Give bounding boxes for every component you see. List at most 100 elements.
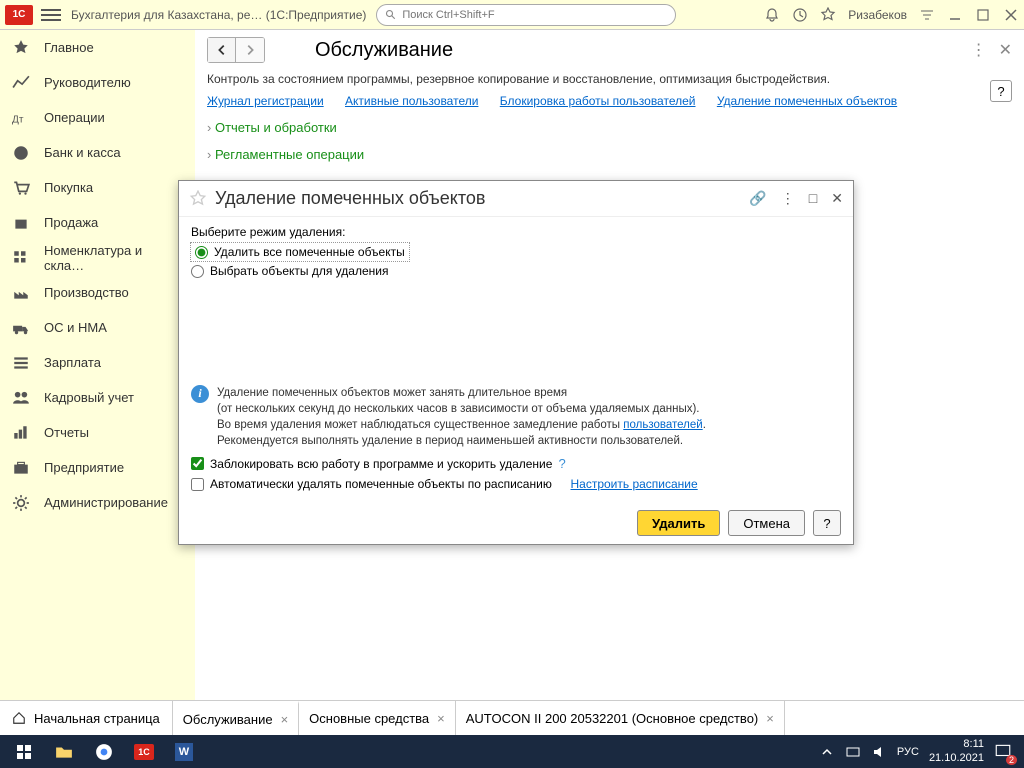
sidebar-item-hr[interactable]: Кадровый учет	[0, 380, 195, 415]
sidebar-item-main[interactable]: Главное	[0, 30, 195, 65]
tab-label: AUTOCON II 200 20532201 (Основное средст…	[466, 711, 759, 726]
1c-taskbar-button[interactable]: 1C	[124, 735, 164, 768]
sidebar-item-salary[interactable]: Зарплата	[0, 345, 195, 380]
user-label[interactable]: Ризабеков	[848, 8, 907, 22]
sidebar-item-label: Зарплата	[44, 355, 101, 370]
sidebar-item-reports[interactable]: Отчеты	[0, 415, 195, 450]
home-tab[interactable]: Начальная страница	[0, 701, 173, 735]
maximize-dialog-icon[interactable]: □	[809, 190, 817, 207]
sidebar-item-company[interactable]: Предприятие	[0, 450, 195, 485]
radio-delete-all[interactable]: Удалить все помеченные объекты	[191, 243, 409, 261]
sidebar-item-label: Номенклатура и скла…	[44, 243, 183, 273]
people-icon	[12, 389, 30, 407]
settings-lines-icon[interactable]	[919, 7, 935, 23]
info-line: .	[703, 419, 706, 431]
lines-icon	[12, 354, 30, 372]
logo-1c: 1C	[5, 5, 33, 25]
tab-close-icon[interactable]: ×	[437, 711, 445, 726]
favorite-star-icon[interactable]	[189, 190, 207, 208]
search-input[interactable]	[402, 9, 667, 21]
sidebar-item-label: Кадровый учет	[44, 390, 134, 405]
gear-icon	[12, 494, 30, 512]
history-icon[interactable]	[792, 7, 808, 23]
arrow-left-icon	[215, 43, 229, 57]
main-menu-icon[interactable]	[41, 9, 61, 21]
dialog-header: Удаление помеченных объектов 🔗 ⋮ □ ✕	[179, 181, 853, 217]
sidebar: Главное Руководителю ДтОперации Банк и к…	[0, 30, 195, 700]
nav-back-button[interactable]	[208, 38, 236, 62]
search-box[interactable]	[376, 4, 676, 26]
sidebar-item-purchase[interactable]: Покупка	[0, 170, 195, 205]
info-icon: i	[191, 385, 209, 403]
kebab-icon[interactable]: ⋮	[781, 190, 795, 207]
tab-fixed-assets[interactable]: Основные средства ×	[299, 701, 456, 735]
sidebar-item-label: Банк и касса	[44, 145, 121, 160]
chrome-button[interactable]	[84, 735, 124, 768]
titlebar: 1C Бухгалтерия для Казахстана, ре… (1С:П…	[0, 0, 1024, 30]
radio-label: Удалить все помеченные объекты	[214, 245, 405, 259]
tab-label: Основные средства	[309, 711, 429, 726]
start-button[interactable]	[4, 735, 44, 768]
tray-up-icon[interactable]	[819, 744, 835, 760]
link-delete-marked[interactable]: Удаление помеченных объектов	[717, 94, 897, 108]
close-dialog-icon[interactable]: ✕	[831, 190, 843, 207]
radio-delete-all-input[interactable]	[195, 246, 208, 259]
sidebar-item-label: Руководителю	[44, 75, 131, 90]
help-hint-icon[interactable]: ?	[558, 456, 565, 471]
kebab-icon[interactable]: ⋮	[971, 40, 987, 60]
radio-select-objects-input[interactable]	[191, 265, 204, 278]
link-journal[interactable]: Журнал регистрации	[207, 94, 324, 108]
radio-select-objects[interactable]: Выбрать объекты для удаления	[191, 261, 841, 281]
sidebar-item-bank[interactable]: Банк и касса	[0, 135, 195, 170]
explorer-button[interactable]	[44, 735, 84, 768]
tab-close-icon[interactable]: ×	[766, 711, 774, 726]
schedule-link[interactable]: Настроить расписание	[570, 477, 697, 491]
link-block-users[interactable]: Блокировка работы пользователей	[500, 94, 696, 108]
word-button[interactable]: W	[164, 735, 204, 768]
mode-label: Выберите режим удаления:	[191, 225, 841, 239]
volume-icon[interactable]	[871, 744, 887, 760]
sidebar-item-assets[interactable]: ОС и НМА	[0, 310, 195, 345]
check-block-work[interactable]: Заблокировать всю работу в программе и у…	[191, 453, 841, 474]
minimize-icon[interactable]	[947, 7, 963, 23]
sidebar-item-operations[interactable]: ДтОперации	[0, 100, 195, 135]
tree-scheduled[interactable]: Регламентные операции	[195, 141, 1024, 168]
app-title: Бухгалтерия для Казахстана, ре… (1С:Пред…	[71, 8, 366, 22]
info-line: Удаление помеченных объектов может занят…	[217, 387, 567, 399]
star-icon[interactable]	[820, 7, 836, 23]
link-active-users[interactable]: Активные пользователи	[345, 94, 478, 108]
tab-maintenance[interactable]: Обслуживание ×	[173, 701, 299, 735]
tree-reports[interactable]: Отчеты и обработки	[195, 114, 1024, 141]
check-auto-delete-input[interactable]	[191, 478, 204, 491]
check-block-work-input[interactable]	[191, 457, 204, 470]
clock[interactable]: 8:11 21.10.2021	[929, 738, 984, 764]
sidebar-item-label: ОС и НМА	[44, 320, 107, 335]
notifications-button[interactable]: 2	[994, 742, 1014, 762]
maximize-icon[interactable]	[975, 7, 991, 23]
link-icon[interactable]: 🔗	[749, 190, 766, 207]
cancel-button[interactable]: Отмена	[728, 510, 805, 536]
sidebar-item-sale[interactable]: Продажа	[0, 205, 195, 240]
sidebar-item-admin[interactable]: Администрирование	[0, 485, 195, 520]
help-button[interactable]: ?	[990, 80, 1012, 102]
cart-icon	[12, 179, 30, 197]
nav-forward-button[interactable]	[236, 38, 264, 62]
check-auto-delete[interactable]: Автоматически удалять помеченные объекты…	[191, 474, 841, 494]
sidebar-item-label: Продажа	[44, 215, 98, 230]
close-icon[interactable]	[1003, 7, 1019, 23]
tab-close-icon[interactable]: ×	[281, 712, 289, 727]
info-text: Удаление помеченных объектов может занят…	[217, 385, 706, 449]
delete-button[interactable]: Удалить	[637, 510, 720, 536]
sidebar-item-nomenclature[interactable]: Номенклатура и скла…	[0, 240, 195, 275]
close-page-icon[interactable]: ✕	[999, 40, 1012, 60]
language-indicator[interactable]: РУС	[897, 746, 919, 758]
sidebar-item-production[interactable]: Производство	[0, 275, 195, 310]
tab-autocon[interactable]: AUTOCON II 200 20532201 (Основное средст…	[456, 701, 785, 735]
network-icon[interactable]	[845, 744, 861, 760]
users-link[interactable]: пользователей	[623, 419, 702, 431]
sidebar-item-manager[interactable]: Руководителю	[0, 65, 195, 100]
page-subtitle: Контроль за состоянием программы, резерв…	[195, 70, 1024, 88]
dialog-help-button[interactable]: ?	[813, 510, 841, 536]
bell-icon[interactable]	[764, 7, 780, 23]
dialog-title: Удаление помеченных объектов	[215, 188, 486, 209]
